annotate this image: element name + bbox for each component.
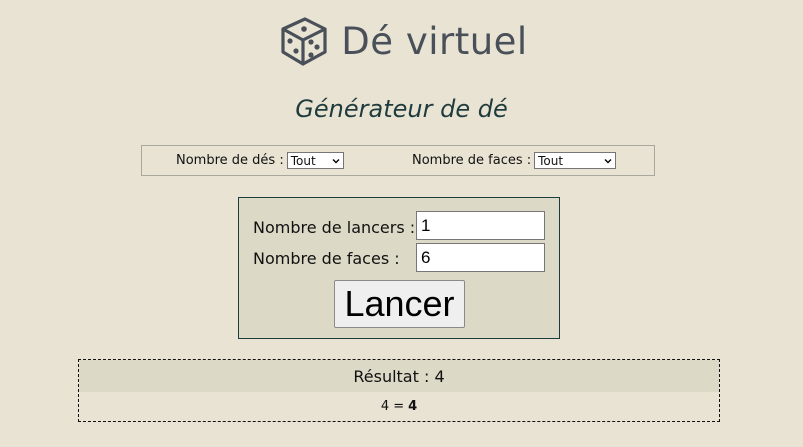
app-title: Dé virtuel	[341, 19, 528, 63]
rolls-label: Nombre de lancers :	[253, 218, 416, 237]
dice-count-select[interactable]: Tout	[286, 152, 344, 169]
page-subtitle: Générateur de dé	[295, 95, 508, 123]
dice-icon	[281, 17, 327, 66]
faces-label: Nombre de faces :	[253, 249, 400, 268]
dice-count-filter: Nombre de dés : Tout	[176, 152, 344, 169]
faces-input[interactable]	[416, 243, 545, 272]
faces-filter-label: Nombre de faces :	[412, 153, 532, 168]
roll-form: Nombre de lancers : Nombre de faces : La…	[238, 197, 560, 339]
filter-bar: Nombre de dés : Tout Nombre de faces : T…	[141, 145, 655, 176]
faces-select[interactable]: Tout	[534, 152, 617, 169]
result-total: 4	[408, 399, 418, 414]
chevron-down-icon	[604, 158, 612, 163]
result-label: Résultat : 4	[79, 360, 719, 392]
chevron-down-icon	[332, 158, 340, 163]
dice-count-label: Nombre de dés :	[176, 153, 284, 168]
dice-count-select-value: Tout	[290, 153, 316, 168]
result-expression: 4 =	[380, 399, 405, 414]
result-detail: 4 = 4	[79, 392, 719, 421]
roll-button[interactable]: Lancer	[334, 280, 465, 328]
faces-select-value: Tout	[538, 153, 564, 168]
rolls-input[interactable]	[416, 211, 545, 240]
faces-filter: Nombre de faces : Tout	[412, 152, 617, 169]
result-panel: Résultat : 4 4 = 4	[78, 359, 720, 422]
app-header: Dé virtuel	[0, 10, 803, 72]
